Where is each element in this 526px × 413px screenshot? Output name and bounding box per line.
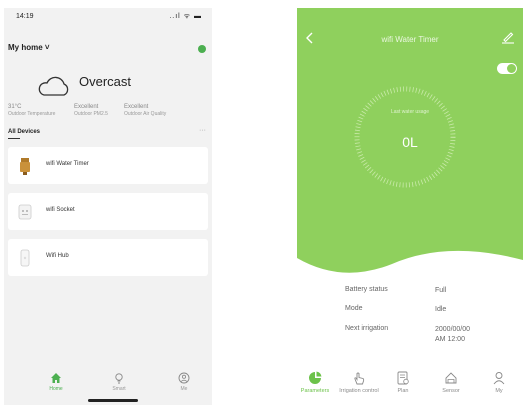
ring-label: Last water usage xyxy=(390,109,430,115)
toggle-knob xyxy=(507,64,516,73)
tab-label: Sensor xyxy=(442,388,460,394)
devices-title: All Devices xyxy=(8,129,41,139)
smart-icon xyxy=(115,373,123,384)
status-time: 14:19 xyxy=(16,13,34,20)
status-bar: 14:19 ..ıl ᯤ ▬ xyxy=(4,10,212,24)
power-toggle[interactable] xyxy=(497,63,517,74)
device-card-socket[interactable]: wifi Socket xyxy=(8,193,208,230)
water-usage-value: 0L xyxy=(402,134,418,150)
home-indicator xyxy=(88,399,138,402)
plan-icon xyxy=(397,371,409,385)
weather-stat: Excellent Outdoor PM2.5 xyxy=(74,104,108,117)
info-value: Idle xyxy=(435,306,447,313)
cloud-icon xyxy=(38,76,69,96)
tab-home[interactable]: Home xyxy=(36,372,76,392)
bottom-tab-bar: Home Smart Me xyxy=(4,367,212,405)
info-label: Next irrigation xyxy=(345,325,389,332)
add-icon[interactable] xyxy=(198,45,206,53)
device-name: wifi Water Timer xyxy=(46,161,89,167)
pie-chart-icon xyxy=(309,371,322,384)
tab-plan[interactable]: Plan xyxy=(381,371,425,394)
weather-condition: Overcast xyxy=(79,74,132,89)
status-icons: ..ıl ᯤ ▬ xyxy=(169,13,202,20)
weather-stat: Excellent Outdoor Air Quality xyxy=(124,104,166,117)
hand-tap-icon xyxy=(354,372,365,385)
weather-stat-value: 31°C xyxy=(8,104,22,110)
device-name: wifi Socket xyxy=(46,207,75,213)
weather-stat-label: Outdoor Temperature xyxy=(8,111,56,117)
info-label: Mode xyxy=(345,305,363,312)
sensor-icon xyxy=(445,372,457,384)
tab-label: Irrigation control xyxy=(339,388,379,394)
me-icon xyxy=(178,372,190,384)
home-icon xyxy=(51,373,61,383)
edit-icon[interactable] xyxy=(501,30,515,44)
device-card-hub[interactable]: Wifi Hub xyxy=(8,239,208,276)
weather-stat-label: Outdoor Air Quality xyxy=(124,111,167,117)
weather-stat: 31°C Outdoor Temperature xyxy=(8,104,55,117)
person-icon xyxy=(493,372,505,385)
tab-label: My xyxy=(495,388,503,394)
info-value: Full xyxy=(435,287,447,294)
hub-icon xyxy=(20,249,30,267)
device-name: Wifi Hub xyxy=(46,253,69,259)
info-label: Battery status xyxy=(345,286,388,293)
tab-sensor[interactable]: Sensor xyxy=(429,371,473,394)
info-value-line2: AM 12:00 xyxy=(435,336,465,343)
tab-me[interactable]: Me xyxy=(164,372,204,392)
page-title: wifi Water Timer xyxy=(381,35,439,44)
bottom-tab-bar: Parameters Irrigation control Plan Senso… xyxy=(297,369,523,405)
tab-my[interactable]: My xyxy=(477,371,521,394)
home-screen: 14:19 ..ıl ᯤ ▬ My home ˅ Overcast 31°C O… xyxy=(4,8,212,405)
weather-stat-label: Outdoor PM2.5 xyxy=(74,111,108,117)
weather-stat-value: Excellent xyxy=(74,104,99,110)
water-timer-screen: wifi Water Timer Last water usage 0L Bat… xyxy=(297,8,523,405)
info-value: 2000/00/00 xyxy=(435,326,471,333)
tab-parameters[interactable]: Parameters xyxy=(297,371,337,394)
more-icon[interactable]: ··· xyxy=(199,127,206,134)
tab-label: Me xyxy=(180,386,188,392)
tab-irrigation-control[interactable]: Irrigation control xyxy=(337,371,381,394)
socket-icon xyxy=(18,204,32,220)
hero-panel: wifi Water Timer Last water usage 0L xyxy=(297,8,523,281)
tab-smart[interactable]: Smart xyxy=(99,372,139,392)
home-selector[interactable]: My home ˅ xyxy=(8,43,50,52)
tab-label: Home xyxy=(49,386,63,392)
tab-label: Plan xyxy=(397,388,409,394)
weather-stat-value: Excellent xyxy=(124,104,149,110)
weather-stats: 31°C Outdoor Temperature Excellent Outdo… xyxy=(8,104,208,124)
tab-label: Parameters xyxy=(300,388,330,394)
tab-label: Smart xyxy=(112,386,126,392)
water-timer-icon xyxy=(20,158,30,175)
device-card-water-timer[interactable]: wifi Water Timer xyxy=(8,147,208,184)
